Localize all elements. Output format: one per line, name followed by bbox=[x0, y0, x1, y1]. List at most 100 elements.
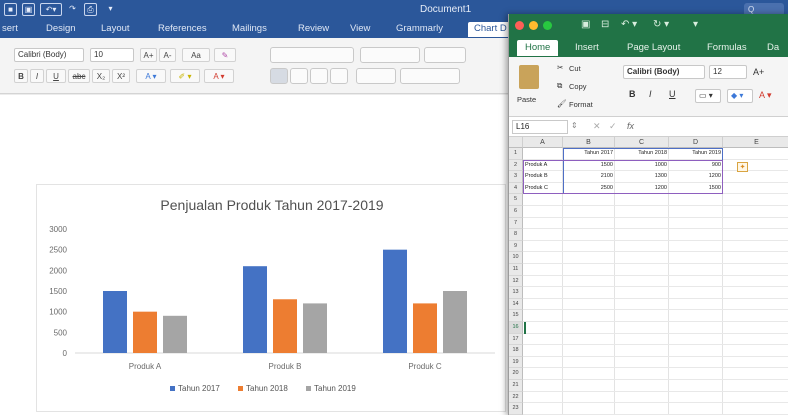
cut-button[interactable]: Cut bbox=[569, 64, 581, 73]
tab-formulas[interactable]: Formulas bbox=[707, 42, 747, 53]
row-header[interactable]: 4 bbox=[509, 182, 523, 195]
copy-button[interactable]: Copy bbox=[569, 82, 587, 91]
justify-button[interactable] bbox=[330, 68, 348, 84]
row-header[interactable]: 6 bbox=[509, 206, 523, 218]
column-header[interactable]: E bbox=[723, 137, 788, 148]
change-case-button[interactable]: Aa bbox=[182, 48, 210, 62]
subscript-button[interactable]: X₂ bbox=[92, 69, 110, 83]
row-header[interactable]: 11 bbox=[509, 264, 523, 276]
indent-group[interactable] bbox=[360, 47, 420, 63]
word-home-icon[interactable]: ■ bbox=[4, 3, 17, 16]
font-size-box[interactable]: 10 bbox=[90, 48, 134, 62]
row-header[interactable]: 16 bbox=[509, 322, 523, 334]
row-header[interactable]: 22 bbox=[509, 391, 523, 404]
bullets-group[interactable] bbox=[270, 47, 354, 63]
row-header[interactable]: 23 bbox=[509, 403, 523, 415]
row-header[interactable]: 14 bbox=[509, 298, 523, 311]
column-header[interactable]: D bbox=[669, 137, 723, 148]
tab-view[interactable]: View bbox=[350, 23, 370, 34]
excel-font-color-icon[interactable]: A ▾ bbox=[759, 90, 772, 101]
minimize-window-button[interactable] bbox=[529, 21, 538, 30]
tab-insert[interactable]: sert bbox=[2, 23, 18, 34]
excel-italic-button[interactable]: I bbox=[649, 89, 652, 99]
grow-font-button[interactable]: A+ bbox=[140, 48, 157, 62]
font-name-box[interactable]: Calibri (Body) bbox=[14, 48, 84, 62]
tab-review[interactable]: Review bbox=[298, 23, 329, 34]
text-effects-icon[interactable]: A ▾ bbox=[136, 69, 166, 83]
save-icon[interactable]: ▣ bbox=[22, 3, 35, 16]
chart-container[interactable]: 0 500 1000 1500 2000 2500 3000 Produk A Produk B… bbox=[36, 184, 506, 412]
italic-button[interactable]: I bbox=[30, 69, 44, 83]
row-header[interactable]: 7 bbox=[509, 217, 523, 230]
cancel-icon[interactable]: ✕ bbox=[593, 121, 601, 132]
row-header[interactable]: 2 bbox=[509, 159, 523, 172]
bar[interactable] bbox=[303, 303, 327, 353]
select-all-corner[interactable] bbox=[509, 137, 523, 148]
column-header[interactable]: C bbox=[615, 137, 669, 148]
excel-grow-font-button[interactable]: A+ bbox=[753, 67, 764, 77]
line-spacing-button[interactable] bbox=[356, 68, 396, 84]
row-header[interactable]: 18 bbox=[509, 345, 523, 357]
column-header[interactable]: A bbox=[523, 137, 563, 148]
insert-function-button[interactable]: fx bbox=[627, 121, 634, 131]
strikethrough-button[interactable]: abc bbox=[68, 69, 90, 83]
underline-button[interactable]: U bbox=[46, 69, 66, 83]
print-icon[interactable]: ⎙ bbox=[84, 3, 97, 16]
row-header[interactable]: 3 bbox=[509, 171, 523, 183]
row-header[interactable]: 17 bbox=[509, 333, 523, 346]
close-window-button[interactable] bbox=[515, 21, 524, 30]
tab-design[interactable]: Design bbox=[46, 23, 76, 34]
bar[interactable] bbox=[383, 249, 407, 353]
enter-icon[interactable]: ✓ bbox=[609, 121, 617, 132]
row-header[interactable]: 5 bbox=[509, 194, 523, 206]
tab-grammarly[interactable]: Grammarly bbox=[396, 23, 443, 34]
row-header[interactable]: 13 bbox=[509, 287, 523, 299]
bar[interactable] bbox=[413, 303, 437, 353]
paste-icon[interactable] bbox=[519, 65, 539, 89]
excel-home-icon[interactable]: ▣ bbox=[581, 19, 590, 30]
row-header[interactable]: 8 bbox=[509, 229, 523, 241]
borders-dropdown[interactable]: ▭ ▾ bbox=[695, 89, 721, 103]
tab-home[interactable]: Home bbox=[517, 40, 559, 56]
superscript-button[interactable]: X² bbox=[112, 69, 130, 83]
column-header[interactable]: B bbox=[563, 137, 615, 148]
excel-bold-button[interactable]: B bbox=[629, 89, 636, 99]
row-header[interactable]: 19 bbox=[509, 356, 523, 369]
redo-icon[interactable]: ↷ bbox=[66, 3, 79, 16]
excel-underline-button[interactable]: U bbox=[669, 89, 676, 99]
tab-page-layout[interactable]: Page Layout bbox=[627, 42, 680, 53]
row-header[interactable]: 10 bbox=[509, 252, 523, 264]
font-color-icon[interactable]: A ▾ bbox=[204, 69, 234, 83]
undo-icon[interactable]: ↶▾ bbox=[40, 3, 62, 16]
fill-color-dropdown[interactable]: ◆ ▾ bbox=[727, 89, 753, 103]
tab-chart-design[interactable]: Chart D bbox=[468, 22, 513, 37]
bar[interactable] bbox=[273, 299, 297, 353]
clear-format-icon[interactable]: ✎ bbox=[214, 48, 236, 62]
bar[interactable] bbox=[163, 315, 187, 353]
row-header[interactable]: 12 bbox=[509, 275, 523, 288]
row-header[interactable]: 15 bbox=[509, 310, 523, 322]
paste-label[interactable]: Paste bbox=[517, 95, 536, 104]
bar[interactable] bbox=[133, 311, 157, 353]
bar[interactable] bbox=[443, 291, 467, 353]
tab-insert[interactable]: Insert bbox=[575, 42, 599, 53]
bold-button[interactable]: B bbox=[14, 69, 28, 83]
tab-mailings[interactable]: Mailings bbox=[232, 23, 267, 34]
row-header[interactable]: 1 bbox=[509, 148, 523, 160]
sort-pilcrow-group[interactable] bbox=[424, 47, 466, 63]
copy-icon[interactable]: ⧉ bbox=[557, 81, 562, 91]
excel-font-size-box[interactable]: 12 bbox=[709, 65, 747, 79]
worksheet-grid[interactable]: A B C D E 1 2 3 4 5 6 7 8 9 10 11 12 13 14 15 16 17 18 19 20 21 22… bbox=[509, 137, 788, 415]
format-painter-icon[interactable]: 🖌 bbox=[557, 99, 567, 108]
format-painter-button[interactable]: Format bbox=[569, 100, 593, 109]
shrink-font-button[interactable]: A- bbox=[159, 48, 176, 62]
customize-toolbar-icon[interactable]: ▾ bbox=[104, 3, 117, 16]
name-box[interactable]: L16 bbox=[512, 120, 568, 134]
excel-redo-icon[interactable]: ↻ ▾ bbox=[653, 19, 669, 30]
shading-borders-button[interactable] bbox=[400, 68, 460, 84]
tab-data[interactable]: Da bbox=[767, 42, 779, 53]
bar[interactable] bbox=[103, 291, 127, 353]
name-box-stepper-icon[interactable]: ⇕ bbox=[571, 121, 578, 130]
tab-layout[interactable]: Layout bbox=[101, 23, 130, 34]
align-left-button[interactable] bbox=[270, 68, 288, 84]
